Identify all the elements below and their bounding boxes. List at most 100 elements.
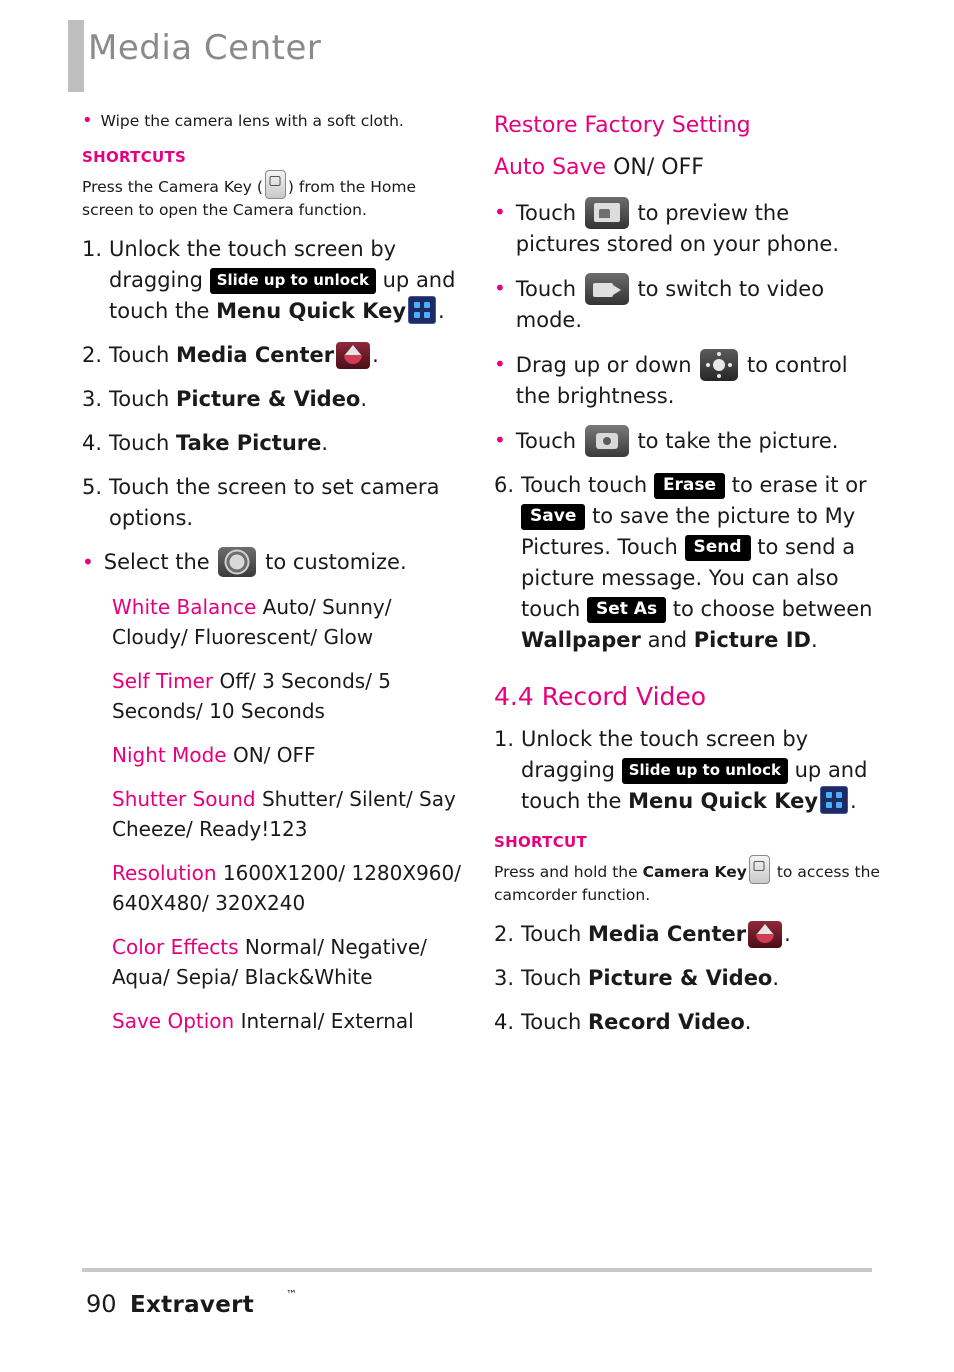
step-1-post: . [438,299,445,323]
select-pre: Select the [103,550,210,574]
bullet-icon: • [82,110,93,131]
camera-lens-note-text: Wipe the camera lens with a soft cloth. [100,112,404,130]
right-column: Restore Factory Setting Auto Save ON/ OF… [494,110,880,1038]
option-shutter-sound: Shutter Sound Shutter/ Silent/ Say Cheez… [112,784,468,844]
rv-step-4-pre: Touch [521,1010,582,1034]
step-text: Unlock the touch screen by dragging Slid… [109,234,468,327]
slide-to-unlock-chip[interactable]: Slide up to unlock [209,268,376,294]
select-customize-text: Select the to customize. [104,547,468,578]
page-title: Media Center [88,28,322,68]
bullet-text: Touch to take the picture. [516,425,880,457]
step-2-post: . [372,343,379,367]
bullet-switch-video: • Touch to switch to video mode. [494,273,880,336]
option-name: Night Mode [112,743,227,767]
bullet-preview-pictures: • Touch to preview the pictures stored o… [494,197,880,260]
option-name: Resolution [112,861,217,885]
menu-quick-key-icon [408,296,437,324]
rv-step-2-post: . [784,922,791,946]
bullet-text: Touch to preview the pictures stored on … [516,197,880,260]
shortcut-body: Press and hold the Camera Key to access … [494,855,880,906]
step-number: 2. [82,343,103,367]
step-number: 4. [494,1010,515,1034]
step-1: 1. Unlock the touch screen by dragging S… [82,234,468,327]
shortcut-body-bold: Camera Key [642,863,747,881]
step-5: 5. Touch the screen to set camera option… [82,472,468,534]
step-text: Touch the screen to set camera options. [109,475,440,530]
rv-step-3-bold: Picture & Video [588,966,773,990]
video-mode-icon [584,273,629,305]
step-number: 1. [494,727,515,751]
step-3-bold: Picture & Video [176,387,361,411]
option-name: Save Option [112,1009,235,1033]
gallery-icon [584,197,629,229]
header-accent-bar [68,20,84,92]
bullet-text: Drag up or down to control the brightnes… [516,349,880,412]
step-2-pre: Touch [109,343,170,367]
shortcuts-body-part1: Press the Camera Key ( [82,178,263,196]
rv-step-2: 2. Touch Media Center. [494,919,880,950]
step-6-t1: Touch touch [521,473,648,497]
step-text: Touch Media Center. [109,340,468,371]
media-center-icon [748,921,783,948]
shortcuts-heading: SHORTCUTS [82,148,187,166]
step-text: Unlock the touch screen by dragging Slid… [521,724,880,817]
bullet-take-picture: • Touch to take the picture. [494,425,880,457]
settings-gear-icon [218,547,257,577]
erase-button-chip[interactable]: Erase [653,473,726,499]
step-number: 3. [82,387,103,411]
option-color-effects: Color Effects Normal/ Negative/ Aqua/ Se… [112,932,468,992]
bullet-pre: Touch [515,277,577,301]
step-text: Touch Picture & Video. [109,384,468,415]
bullet-icon: • [82,550,94,574]
save-button-chip[interactable]: Save [521,504,586,530]
send-button-chip[interactable]: Send [684,535,751,561]
step-number: 4. [82,431,103,455]
step-6-bold-wallpaper: Wallpaper [521,628,641,652]
option-white-balance: White Balance Auto/ Sunny/ Cloudy/ Fluor… [112,592,468,652]
shortcut-body-part1: Press and hold the [494,863,638,881]
section-heading-record-video: 4.4 Record Video [494,682,707,711]
rv-step-4: 4. Touch Record Video. [494,1007,880,1038]
option-name: Self Timer [112,669,214,693]
step-4: 4. Touch Take Picture. [82,428,468,459]
shortcuts-body: Press the Camera Key () from the Home sc… [82,170,468,221]
step-6-bold-picture-id: Picture ID [693,628,811,652]
step-6-t7: . [810,628,818,652]
option-name: Shutter Sound [112,787,256,811]
trademark-symbol: ™ [286,1288,297,1301]
bullet-icon: • [494,200,506,224]
step-text: Touch Media Center. [521,919,880,950]
step-2-bold: Media Center [176,343,335,367]
set-as-button-chip[interactable]: Set As [586,597,667,623]
step-text: Touch Take Picture. [109,428,468,459]
bullet-pre: Touch [515,429,577,453]
option-resolution: Resolution 1600X1200/ 1280X960/ 640X480/… [112,858,468,918]
page-number: 90 [86,1290,117,1318]
option-name: Auto Save [494,155,607,180]
bullet-pre: Touch [515,201,577,225]
left-column: • Wipe the camera lens with a soft cloth… [82,110,468,1036]
option-auto-save: Auto Save ON/ OFF [494,152,880,184]
shutter-icon [584,425,629,457]
camera-key-icon [748,855,770,884]
slide-to-unlock-chip[interactable]: Slide up to unlock [621,758,788,784]
step-6-t5: to choose between [672,597,873,621]
shortcut-heading: SHORTCUT [494,833,588,851]
step-3-post: . [360,387,368,411]
step-4-bold: Take Picture [176,431,322,455]
rv-step-3-pre: Touch [521,966,582,990]
step-6: 6. Touch touch Erase to erase it or Save… [494,470,880,656]
step-text: Touch Record Video. [521,1007,880,1038]
rv-step-1: 1. Unlock the touch screen by dragging S… [494,724,880,817]
step-number: 5. [82,475,103,499]
rv-step-2-bold: Media Center [588,922,747,946]
option-save-option: Save Option Internal/ External [112,1006,468,1036]
bullet-icon: • [494,428,506,452]
manual-page: Media Center • Wipe the camera lens with… [0,0,954,1372]
select-post: to customize. [265,550,407,574]
option-values: ON/ OFF [613,155,704,180]
bullet-brightness: • Drag up or down to control the brightn… [494,349,880,412]
rv-step-4-bold: Record Video [588,1010,745,1034]
footer-divider [82,1268,872,1272]
rv-step-4-post: . [744,1010,752,1034]
